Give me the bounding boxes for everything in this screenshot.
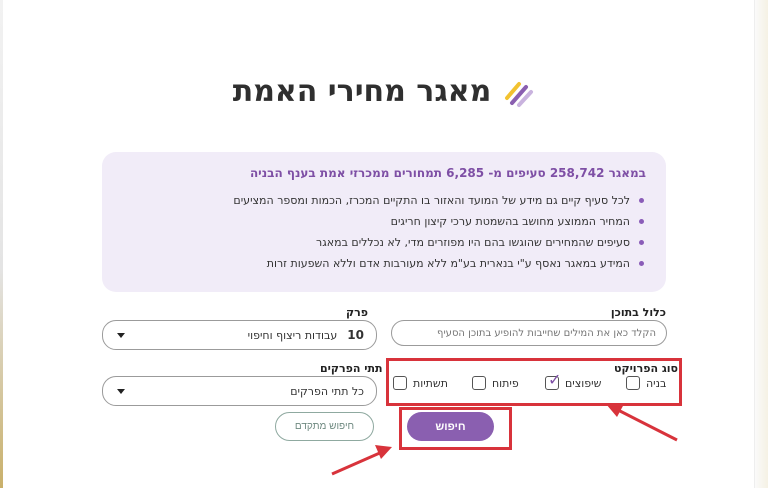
- annotation-arrows: [331, 404, 678, 476]
- annotation-arrow: [606, 404, 678, 442]
- annotation-arrow: [331, 445, 392, 476]
